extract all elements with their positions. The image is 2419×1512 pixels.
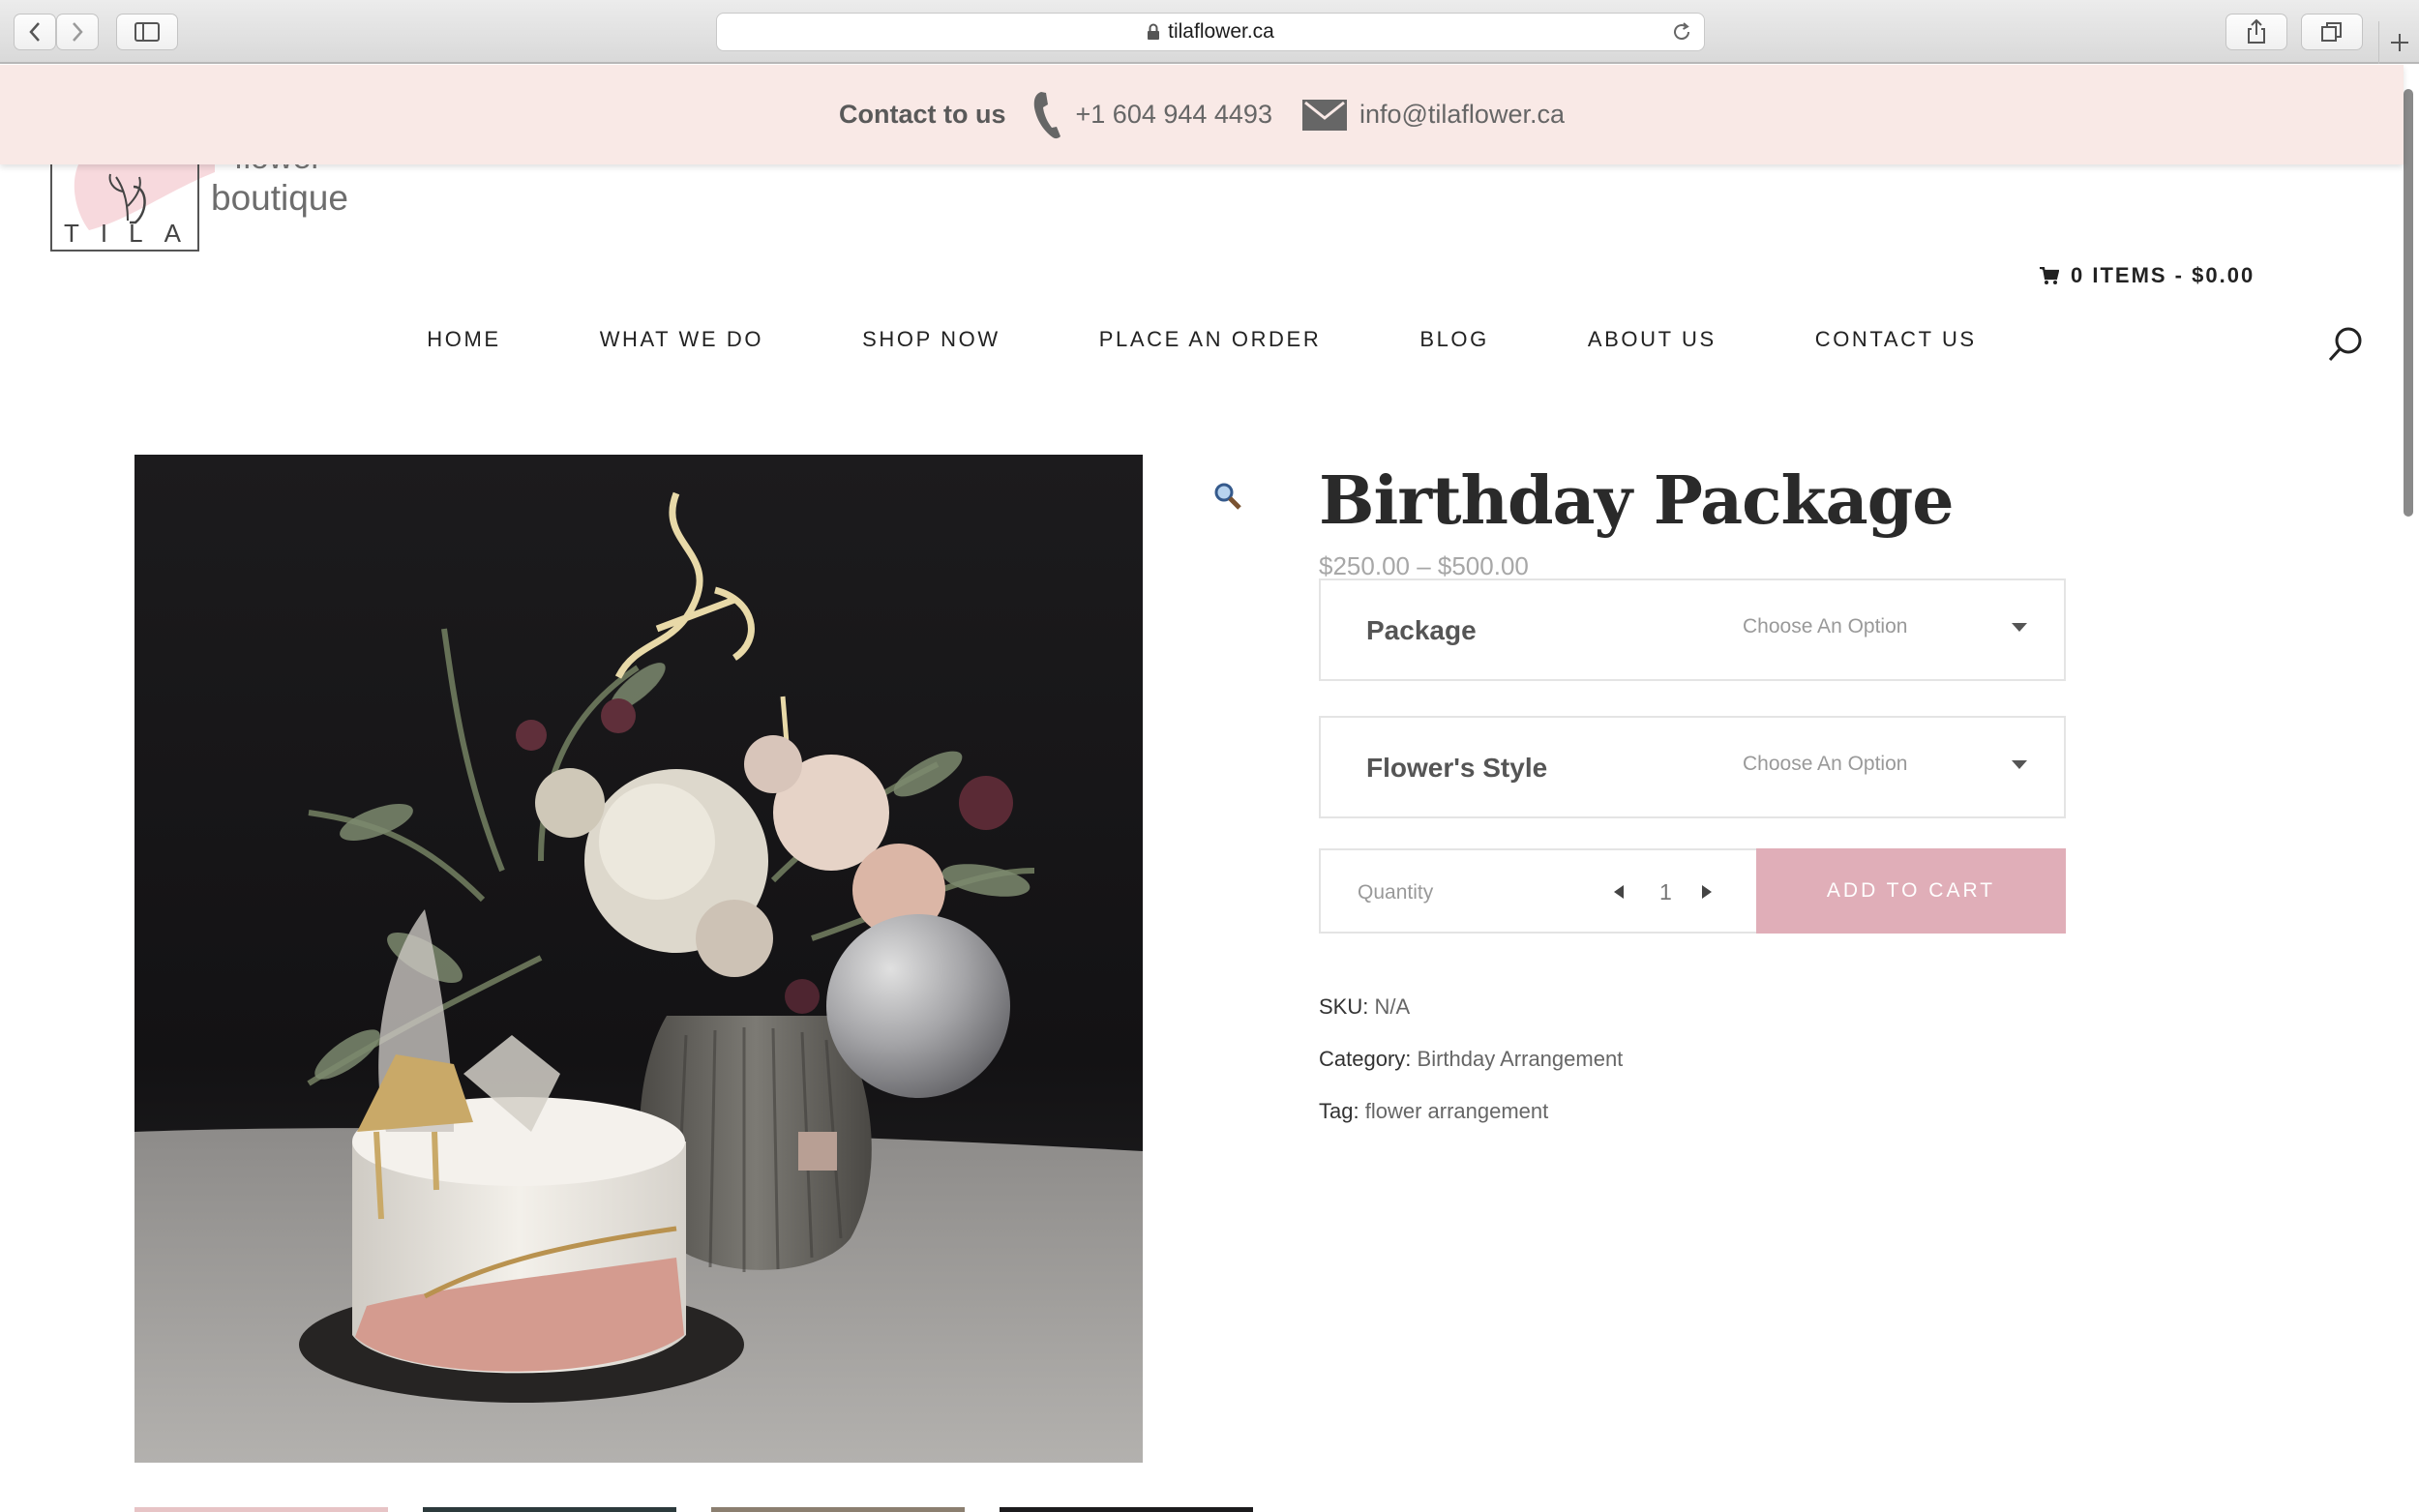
product-photo-cake-and-flowers: [134, 455, 1143, 1463]
caret-down-icon: [2012, 760, 2027, 769]
package-selector[interactable]: Package Choose An Option: [1319, 578, 2066, 681]
quantity-stepper: Quantity 1: [1319, 848, 1758, 934]
tag-label: Tag:: [1319, 1099, 1359, 1123]
sku-label: SKU:: [1319, 994, 1369, 1019]
reload-button[interactable]: [1671, 21, 1692, 47]
add-to-cart-button[interactable]: ADD TO CART: [1756, 848, 2066, 934]
product-category: Category: Birthday Arrangement: [1319, 1047, 1623, 1072]
sidebar-toggle-button[interactable]: [116, 14, 178, 50]
nav-blog[interactable]: BLOG: [1370, 327, 1538, 352]
reload-icon: [1674, 22, 1690, 41]
share-icon: [2248, 19, 2265, 44]
quantity-decrease-icon[interactable]: [1614, 885, 1624, 899]
package-select-value[interactable]: Choose An Option: [1743, 615, 1907, 638]
contact-label: Contact to us: [839, 100, 1006, 129]
product-sku: SKU: N/A: [1319, 994, 1410, 1020]
logo-tila-text: TILA: [64, 219, 202, 248]
quantity-value[interactable]: 1: [1659, 879, 1672, 905]
product-thumbnails: [134, 1507, 1253, 1512]
sidebar-icon: [134, 22, 160, 42]
quantity-increase-icon[interactable]: [1702, 885, 1712, 899]
chevron-right-icon: [73, 22, 83, 42]
thumbnail-1[interactable]: [134, 1507, 388, 1512]
phone-icon: [1033, 91, 1060, 138]
contact-bar: Contact to us +1 604 944 4493 info@tilaf…: [0, 65, 2404, 164]
lock-icon: [1148, 23, 1160, 40]
cart-summary[interactable]: 0 ITEMS - $0.00: [2040, 263, 2255, 288]
search-button[interactable]: [2326, 325, 2365, 369]
contact-email[interactable]: info@tilaflower.ca: [1359, 100, 1565, 130]
category-label: Category:: [1319, 1047, 1412, 1071]
plus-icon: [2390, 34, 2408, 51]
nav-place-an-order[interactable]: PLACE AN ORDER: [1050, 327, 1371, 352]
nav-about-us[interactable]: ABOUT US: [1538, 327, 1766, 352]
chevron-left-icon: [29, 22, 40, 42]
product-tag: Tag: flower arrangement: [1319, 1099, 1548, 1124]
search-icon: [2328, 327, 2362, 362]
back-button[interactable]: [14, 14, 56, 50]
tag-link[interactable]: flower arrangement: [1365, 1099, 1549, 1123]
flower-style-select-value[interactable]: Choose An Option: [1743, 753, 1907, 776]
logo-boutique-text: boutique: [211, 178, 348, 218]
category-link[interactable]: Birthday Arrangement: [1418, 1047, 1624, 1071]
magnifier-icon: [1214, 483, 1241, 510]
flower-style-label: Flower's Style: [1366, 753, 1548, 783]
new-tab-button[interactable]: [2378, 21, 2419, 64]
product-image[interactable]: [134, 455, 1143, 1463]
package-label: Package: [1366, 615, 1477, 645]
nav-contact-us[interactable]: CONTACT US: [1766, 327, 2026, 352]
zoom-button[interactable]: [1213, 482, 1242, 516]
forward-button[interactable]: [56, 14, 99, 50]
nav-shop-now[interactable]: SHOP NOW: [813, 327, 1050, 352]
cart-summary-text: 0 ITEMS - $0.00: [2071, 263, 2255, 287]
share-button[interactable]: [2225, 14, 2287, 50]
contact-phone[interactable]: +1 604 944 4493: [1076, 100, 1272, 130]
nav-home[interactable]: HOME: [377, 327, 550, 352]
thumbnail-2[interactable]: [423, 1507, 676, 1512]
product-title: Birthday Package: [1319, 462, 1955, 540]
browser-toolbar: tilaflower.ca: [0, 0, 2419, 64]
product-price: $250.00 – $500.00: [1319, 551, 1529, 580]
page-scrollbar[interactable]: [2404, 89, 2413, 517]
thumbnail-3[interactable]: [711, 1507, 965, 1512]
tabs-overview-button[interactable]: [2301, 14, 2363, 50]
sku-value: N/A: [1374, 994, 1411, 1019]
quantity-label: Quantity: [1358, 881, 1434, 904]
flower-style-selector[interactable]: Flower's Style Choose An Option: [1319, 716, 2066, 818]
mail-icon: [1301, 99, 1347, 131]
main-nav: HOME WHAT WE DO SHOP NOW PLACE AN ORDER …: [0, 327, 2404, 352]
tabs-icon: [2321, 22, 2342, 42]
thumbnail-4[interactable]: [1000, 1507, 1253, 1512]
nav-what-we-do[interactable]: WHAT WE DO: [551, 327, 813, 352]
caret-down-icon: [2012, 623, 2027, 632]
cart-icon: [2040, 267, 2059, 284]
url-text: tilaflower.ca: [1168, 20, 1274, 43]
address-bar[interactable]: tilaflower.ca: [716, 13, 1705, 51]
